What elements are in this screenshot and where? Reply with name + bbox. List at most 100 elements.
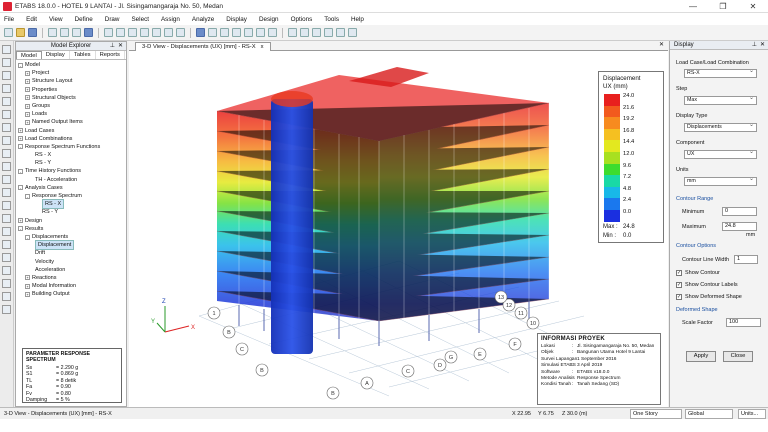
deformed-shape-icon[interactable] [312,28,321,37]
tree-item[interactable]: + Groups [18,102,126,110]
collapse-icon[interactable]: - [25,234,30,240]
expand-icon[interactable]: + [25,70,30,76]
tree-item[interactable]: - Response Spectrum [18,192,126,200]
draw-text-icon[interactable] [2,266,11,275]
menu-view[interactable]: View [49,16,63,23]
draw-wall-icon[interactable] [2,149,11,158]
expand-icon[interactable]: + [18,136,23,142]
tree-item[interactable]: RS - Y [18,208,126,216]
tree-item[interactable]: + Project [18,69,126,77]
design-icon[interactable] [348,28,357,37]
draw-grid-icon[interactable] [2,214,11,223]
tab-model[interactable]: Model [16,51,42,59]
menu-display[interactable]: Display [226,16,247,23]
pin-icon[interactable]: ⊥ [752,41,757,48]
tree-item[interactable]: RS - X [18,151,126,159]
zoom-out-icon[interactable] [128,28,137,37]
rotate-view-icon[interactable] [232,28,241,37]
tree-item[interactable]: + Named Output Items [18,118,126,126]
menu-analyze[interactable]: Analyze [192,16,214,23]
tree-item[interactable]: + Structure Layout [18,77,126,85]
tree-item[interactable]: + Properties [18,86,126,94]
show-contour-labels-checkbox[interactable]: ✓ Show Contour Labels [676,282,738,288]
coord-system-select[interactable]: Global [685,409,733,419]
tab-tables[interactable]: Tables [70,51,96,59]
show-forces-icon[interactable] [324,28,333,37]
tree-item[interactable]: - Response Spectrum Functions [18,143,126,151]
expand-icon[interactable]: + [25,95,30,101]
collapse-icon[interactable]: - [18,226,23,232]
line-width-input[interactable]: 1 [734,255,758,264]
lock-icon[interactable] [72,28,81,37]
pin-icon[interactable]: ⊥ [110,42,115,49]
expand-icon[interactable]: + [25,275,30,281]
menu-tools[interactable]: Tools [324,16,339,23]
select-all-icon[interactable] [2,279,11,288]
refresh-icon[interactable] [176,28,185,37]
new-model-icon[interactable] [4,28,13,37]
clear-selection-icon[interactable] [2,292,11,301]
scale-factor-input[interactable]: 100 [726,318,761,327]
zoom-extents-icon[interactable] [140,28,149,37]
tree-item[interactable]: - Time History Functions [18,167,126,175]
tree-item[interactable]: + Loads [18,110,126,118]
3d-view-icon[interactable] [196,28,205,37]
step-select[interactable]: Max [684,95,757,105]
draw-section-cut-icon[interactable] [2,227,11,236]
plan-view-icon[interactable] [208,28,217,37]
draw-joint-icon[interactable] [2,71,11,80]
tree-item[interactable]: - Results [18,225,126,233]
tree-item[interactable]: Velocity [18,258,126,266]
close-button[interactable]: Close [723,351,753,362]
component-select[interactable]: UX [684,149,757,159]
story-select[interactable]: One Story [630,409,682,419]
tab-reports[interactable]: Reports [96,51,125,59]
tree-item[interactable]: + Load Combinations [18,135,126,143]
tree-item[interactable]: + Building Output [18,290,126,298]
draw-column-icon[interactable] [2,123,11,132]
menu-assign[interactable]: Assign [161,16,180,23]
menu-file[interactable]: File [4,16,14,23]
close-icon[interactable]: ✕ [760,41,765,48]
zoom-in-icon[interactable] [116,28,125,37]
expand-icon[interactable]: + [18,218,23,224]
apply-button[interactable]: Apply [686,351,716,362]
expand-icon[interactable]: + [25,119,30,125]
draw-developed-elevation-icon[interactable] [2,253,11,262]
minimum-input[interactable]: 0 [722,207,757,216]
tree-item[interactable]: + Design [18,217,126,225]
reshape-icon[interactable] [2,58,11,67]
tab-3d-view[interactable]: 3-D View - Displacements (UX) [mm] - RS-… [135,42,271,51]
tree-item[interactable]: Displacement [18,240,126,251]
show-contour-checkbox[interactable]: ✓ Show Contour [676,270,720,276]
expand-icon[interactable]: + [25,111,30,117]
maximize-button[interactable]: ❐ [708,0,738,13]
tree-item[interactable]: RS - Y [18,159,126,167]
units-select[interactable]: mm [684,176,757,186]
tree-item[interactable]: + Structural Objects [18,94,126,102]
tree-item[interactable]: Acceleration [18,266,126,274]
draw-link-icon[interactable] [2,175,11,184]
draw-tendon-icon[interactable] [2,188,11,197]
maximum-input[interactable]: 24.8 [722,222,757,231]
display-type-select[interactable]: Displacements [684,122,757,132]
elevation-view-icon[interactable] [220,28,229,37]
tree-item[interactable]: + Load Cases [18,127,126,135]
draw-dimension-icon[interactable] [2,201,11,210]
set-display-options-icon[interactable] [300,28,309,37]
draw-reference-point-icon[interactable] [2,240,11,249]
zoom-previous-icon[interactable] [152,28,161,37]
perspective-icon[interactable] [244,28,253,37]
pointer-icon[interactable] [2,45,11,54]
menu-help[interactable]: Help [351,16,364,23]
draw-opening-icon[interactable] [2,162,11,171]
expand-icon[interactable]: + [25,87,30,93]
close-icon[interactable]: ✕ [118,42,123,49]
expand-icon[interactable]: + [25,103,30,109]
tree-item[interactable]: RS - X [18,199,126,210]
save-icon[interactable] [28,28,37,37]
zoom-window-icon[interactable] [104,28,113,37]
close-tab-icon[interactable]: x [261,44,264,50]
tree-item[interactable]: Drift [18,249,126,257]
draw-frame-icon[interactable] [2,84,11,93]
